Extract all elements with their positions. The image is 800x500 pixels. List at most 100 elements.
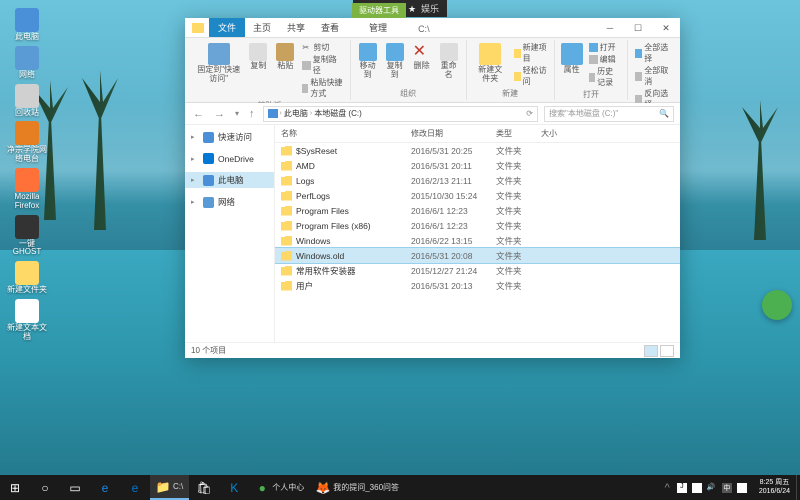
minimize-button[interactable]: ─ xyxy=(596,19,624,37)
file-row[interactable]: Windows.old2016/5/31 20:08文件夹 xyxy=(275,248,680,263)
folder-icon xyxy=(281,221,292,231)
folder-icon xyxy=(187,19,209,37)
kugou-icon: K xyxy=(227,481,241,495)
tab-share[interactable]: 共享 xyxy=(279,18,313,37)
desktop-icon-0[interactable]: 此电脑 xyxy=(6,8,48,42)
tab-file[interactable]: 文件 xyxy=(209,18,245,37)
copy-path-button[interactable]: 复制路径 xyxy=(300,54,344,76)
ime-icon[interactable]: J xyxy=(677,483,687,493)
desktop-icon-7[interactable]: 新建文本文档 xyxy=(6,299,48,342)
file-row[interactable]: Logs2016/2/13 21:11文件夹 xyxy=(275,173,680,188)
tray-expand-icon[interactable]: ^ xyxy=(663,482,672,494)
taskbar-clock[interactable]: 8:25 周五 2016/6/24 xyxy=(753,479,796,496)
cut-button[interactable]: ✂剪切 xyxy=(300,42,344,53)
open-icon xyxy=(589,43,598,52)
new-item-button[interactable]: 新建项目 xyxy=(512,42,549,64)
paste-button[interactable]: 粘贴 xyxy=(273,42,297,72)
taskbar-explorer-button[interactable]: 📁C:\ xyxy=(150,475,189,500)
back-button[interactable]: ← xyxy=(191,108,206,120)
floating-action-button[interactable] xyxy=(762,290,792,320)
system-tray[interactable]: ^ J 🔊 中 xyxy=(657,482,753,494)
folder-icon xyxy=(281,236,292,246)
file-row[interactable]: 用户2016/5/31 20:13文件夹 xyxy=(275,278,680,293)
ribbon: 固定到"快速访问" 复制 粘贴 ✂剪切 复制路径 粘贴快捷方式 剪贴板 移动到 … xyxy=(185,38,680,103)
sidebar-item-0[interactable]: ▸快速访问 xyxy=(185,129,274,145)
select-none-button[interactable]: 全部取消 xyxy=(633,65,671,87)
up-button[interactable]: ↑ xyxy=(247,108,257,120)
forward-button[interactable]: → xyxy=(212,108,227,120)
taskbar-store-button[interactable]: 🛍 xyxy=(189,475,219,500)
copy-button[interactable]: 复制 xyxy=(246,42,270,72)
scissors-icon: ✂ xyxy=(302,43,311,52)
column-headers[interactable]: 名称 修改日期 类型 大小 xyxy=(275,125,680,143)
sidebar-item-1[interactable]: ▸OneDrive xyxy=(185,151,274,166)
file-row[interactable]: AMD2016/5/31 20:11文件夹 xyxy=(275,158,680,173)
store-icon: 🛍 xyxy=(197,481,211,495)
delete-button[interactable]: ✕删除 xyxy=(410,42,434,72)
details-view-button[interactable] xyxy=(644,345,658,357)
desktop-icon-4[interactable]: Mozilla Firefox xyxy=(6,168,48,211)
folder-icon xyxy=(281,266,292,276)
folder-icon xyxy=(281,176,292,186)
taskbar-kugou-button[interactable]: K xyxy=(219,475,249,500)
new-folder-button[interactable]: 新建文件夹 xyxy=(472,42,509,85)
action-center-icon[interactable] xyxy=(737,483,747,493)
taskbar: ⊞○▭ee📁C:\🛍K●个人中心🦊我的提问_360问答 ^ J 🔊 中 8:25… xyxy=(0,475,800,500)
properties-button[interactable]: 属性 xyxy=(560,42,584,76)
ime2-icon[interactable]: 中 xyxy=(722,483,732,493)
new-item-icon xyxy=(514,49,521,58)
ie-icon: e xyxy=(98,481,112,495)
taskbar-search-button[interactable]: ○ xyxy=(30,475,60,500)
file-row[interactable]: PerfLogs2015/10/30 15:24文件夹 xyxy=(275,188,680,203)
sidebar-item-3[interactable]: ▸网络 xyxy=(185,194,274,210)
network-icon[interactable] xyxy=(692,483,702,493)
history-icon xyxy=(589,73,596,82)
desktop-icon-5[interactable]: 一键GHOST xyxy=(6,215,48,258)
history-button[interactable]: 历史记录 xyxy=(587,66,623,88)
file-row[interactable]: Program Files (x86)2016/6/1 12:23文件夹 xyxy=(275,218,680,233)
folder-icon xyxy=(281,161,292,171)
refresh-icon[interactable]: ⟳ xyxy=(526,109,533,118)
select-none-icon xyxy=(635,72,642,81)
taskbar-ie-button[interactable]: e xyxy=(90,475,120,500)
show-desktop-button[interactable] xyxy=(796,475,800,500)
tab-view[interactable]: 查看 xyxy=(313,18,347,37)
titlebar[interactable]: 文件 主页 共享 查看 驱动器工具 管理 C:\ ─ ☐ ✕ xyxy=(185,18,680,38)
open-button[interactable]: 打开 xyxy=(587,42,623,53)
taskbar-taskview-button[interactable]: ▭ xyxy=(60,475,90,500)
access-icon xyxy=(514,72,521,81)
tab-home[interactable]: 主页 xyxy=(245,18,279,37)
maximize-button[interactable]: ☐ xyxy=(624,19,652,37)
file-row[interactable]: $SysReset2016/5/31 20:25文件夹 xyxy=(275,143,680,158)
recent-button[interactable]: ▾ xyxy=(233,109,241,118)
select-all-button[interactable]: 全部选择 xyxy=(633,42,671,64)
paste-shortcut-button[interactable]: 粘贴快捷方式 xyxy=(300,77,344,99)
file-list[interactable]: $SysReset2016/5/31 20:25文件夹AMD2016/5/31 … xyxy=(275,143,680,342)
taskbar-360-button[interactable]: ●个人中心 xyxy=(249,475,310,500)
close-button[interactable]: ✕ xyxy=(652,19,680,37)
easy-access-button[interactable]: 轻松访问 xyxy=(512,65,549,87)
volume-icon[interactable]: 🔊 xyxy=(707,483,717,493)
desktop-icon-1[interactable]: 网络 xyxy=(6,46,48,80)
path-icon xyxy=(302,61,310,70)
copy-to-button[interactable]: 复制到 xyxy=(383,42,407,81)
edit-button[interactable]: 编辑 xyxy=(587,54,623,65)
search-input[interactable]: 搜索"本地磁盘 (C:)" 🔍 xyxy=(544,106,674,122)
file-row[interactable]: 常用软件安装器2015/12/27 21:24文件夹 xyxy=(275,263,680,278)
taskbar-firefox-button[interactable]: 🦊我的提问_360问答 xyxy=(310,475,405,500)
rename-button[interactable]: 重命名 xyxy=(437,42,461,81)
taskbar-edge-button[interactable]: e xyxy=(120,475,150,500)
move-to-button[interactable]: 移动到 xyxy=(356,42,380,81)
pin-quick-access-button[interactable]: 固定到"快速访问" xyxy=(194,42,243,85)
taskbar-start-button[interactable]: ⊞ xyxy=(0,475,30,500)
address-bar[interactable]: › 此电脑 › 本地磁盘 (C:) ⟳ xyxy=(263,106,538,122)
desktop-icon-3[interactable]: 净宗学院网络电台 xyxy=(6,121,48,164)
tab-manage[interactable]: 管理 xyxy=(362,18,394,37)
desktop-icon-2[interactable]: 回收站 xyxy=(6,84,48,118)
file-row[interactable]: Windows2016/6/22 13:15文件夹 xyxy=(275,233,680,248)
icons-view-button[interactable] xyxy=(660,345,674,357)
start-icon: ⊞ xyxy=(8,481,22,495)
file-row[interactable]: Program Files2016/6/1 12:23文件夹 xyxy=(275,203,680,218)
desktop-icon-6[interactable]: 新建文件夹 xyxy=(6,261,48,295)
sidebar-item-2[interactable]: ▸此电脑 xyxy=(185,172,274,188)
